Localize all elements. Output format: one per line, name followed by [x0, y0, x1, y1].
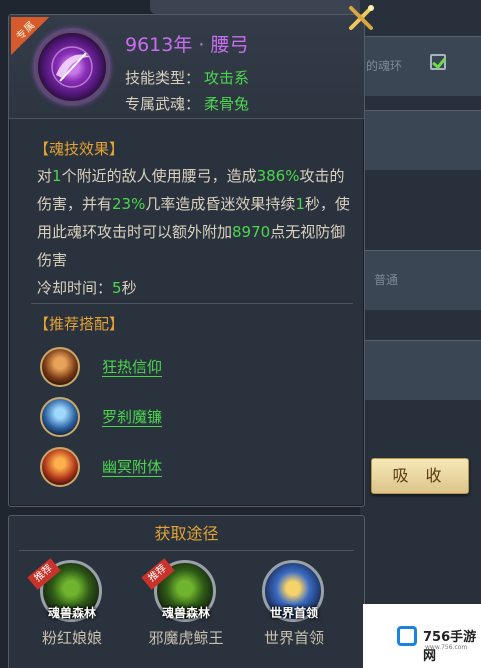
- background-row: [360, 340, 481, 400]
- source-panel: 获取途径 推荐 魂兽森林 粉红娘娘 推荐 魂兽森林 邪魔虎鲸王 世界首领 世界首…: [8, 515, 365, 668]
- source-item[interactable]: 世界首领 世界首领: [239, 558, 349, 668]
- background-row-text: 普通: [374, 273, 399, 287]
- source-tag: 魂兽森林: [47, 606, 96, 620]
- recommend-heading: 【推荐搭配】: [34, 315, 125, 333]
- recommend-item[interactable]: 狂热信仰: [40, 347, 320, 387]
- desc-number: 386%: [256, 167, 300, 185]
- fervent-faith-icon: [40, 347, 80, 387]
- watermark-logo-icon: [397, 626, 417, 646]
- recommend-item-label[interactable]: 狂热信仰: [102, 356, 162, 377]
- nether-possession-icon: [40, 447, 80, 487]
- absorb-button[interactable]: 吸 收: [371, 458, 469, 494]
- skill-type-label: 技能类型：: [125, 69, 201, 87]
- source-title: 获取途径: [154, 524, 219, 543]
- divider: [31, 303, 353, 304]
- effect-heading: 【魂技效果】: [34, 140, 125, 158]
- source-name: 邪魔虎鲸王: [148, 629, 224, 647]
- source-item[interactable]: 推荐 魂兽森林 粉红娘娘: [17, 558, 127, 668]
- skill-type-value: 攻击系: [204, 69, 250, 87]
- skill-type-row: 技能类型： 攻击系: [125, 67, 249, 88]
- source-item[interactable]: 推荐 魂兽森林 邪魔虎鲸王: [131, 558, 241, 668]
- cooldown-unit: 秒: [121, 279, 137, 297]
- desc-number: 1: [52, 167, 62, 185]
- cooldown-value: 5: [112, 279, 122, 297]
- background-side-panel: [360, 0, 481, 668]
- desc-text: 个附近的敌人使用腰弓，造成: [61, 167, 257, 185]
- skill-tooltip-panel: 专属 9613年 · 腰弓 技能类型： 攻击系 专属武魂： 柔骨兔 【魂技效果】 对…: [8, 14, 365, 507]
- cooldown-label: 冷却时间：: [37, 279, 113, 297]
- checkbox-icon[interactable]: [430, 54, 446, 70]
- background-row: 普通: [360, 250, 481, 310]
- recommend-item[interactable]: 罗刹魔镰: [40, 397, 320, 437]
- divider: [19, 550, 354, 551]
- recommend-item-label[interactable]: 幽冥附体: [102, 456, 162, 477]
- site-watermark: 756手游网 www.756.com: [363, 604, 481, 668]
- desc-text: 几率造成昏迷效果持续: [145, 195, 296, 213]
- martial-soul-row: 专属武魂： 柔骨兔: [125, 93, 249, 114]
- skill-description: 对1个附近的敌人使用腰弓，造成386%攻击的伤害，并有23%几率造成昏迷效果持续…: [37, 162, 353, 302]
- background-row-text: 的魂环: [366, 59, 403, 73]
- source-tag: 世界首领: [269, 606, 318, 620]
- watermark-sub: www.756.com: [425, 644, 468, 651]
- source-name: 粉红娘娘: [41, 629, 102, 647]
- desc-text: 对: [37, 167, 53, 185]
- source-name: 世界首领: [263, 629, 324, 647]
- recommend-item-label[interactable]: 罗刹魔镰: [102, 406, 162, 427]
- background-row: 的魂环: [360, 36, 481, 96]
- source-tag: 魂兽森林: [161, 606, 210, 620]
- desc-number: 8970: [232, 223, 271, 241]
- desc-number: 23%: [112, 195, 146, 213]
- recommend-item[interactable]: 幽冥附体: [40, 447, 320, 487]
- close-icon[interactable]: [345, 2, 377, 34]
- skill-header: 专属 9613年 · 腰弓 技能类型： 攻击系 专属武魂： 柔骨兔: [9, 15, 364, 119]
- background-row: [360, 110, 481, 170]
- rakshasa-scythe-icon: [40, 397, 80, 437]
- window-title-bar: [150, 0, 370, 14]
- skill-title: 9613年 · 腰弓: [125, 34, 249, 56]
- exclusive-badge-label: 专属: [14, 19, 39, 43]
- desc-number: 1: [295, 195, 305, 213]
- martial-soul-value: 柔骨兔: [204, 95, 250, 113]
- martial-soul-label: 专属武魂：: [125, 95, 201, 113]
- soul-ring-icon: [35, 30, 109, 104]
